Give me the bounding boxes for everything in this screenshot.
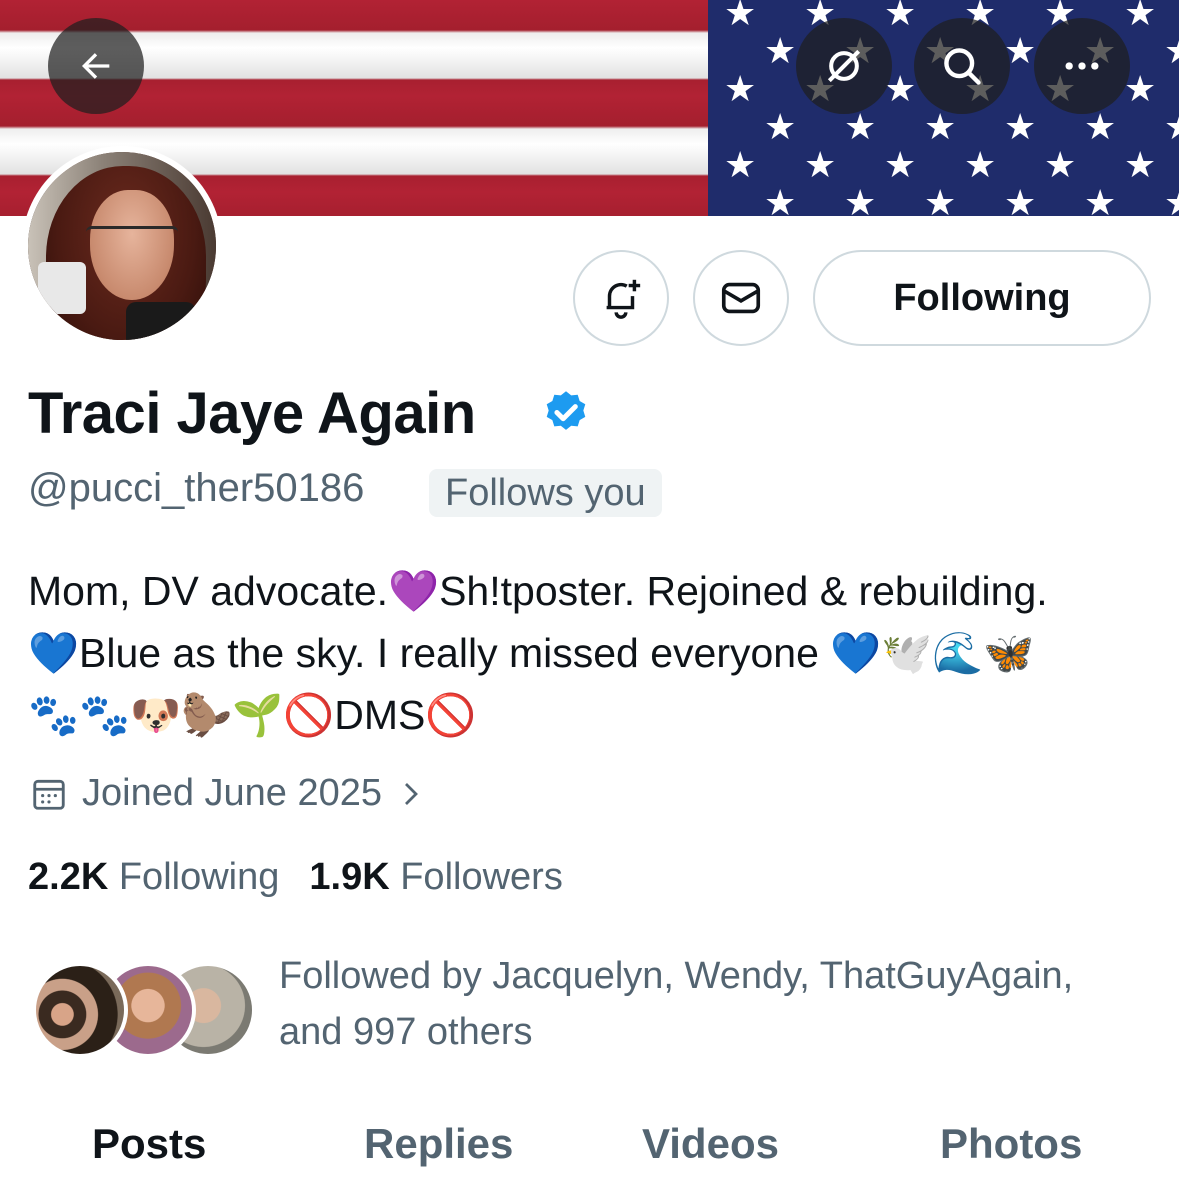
flag-star: ★: [884, 145, 917, 186]
grok-button[interactable]: [796, 18, 892, 114]
flag-star: ★: [1044, 145, 1077, 186]
flag-star: ★: [1084, 107, 1117, 148]
bio-line: 🐾🐾🐶🦫🌱🚫DMS🚫: [28, 692, 477, 738]
flag-star: ★: [924, 107, 957, 148]
flag-star: ★: [1124, 0, 1157, 34]
flag-star: ★: [724, 0, 757, 34]
followers-stat[interactable]: 1.9K Followers: [309, 856, 562, 899]
avatar-image: [28, 152, 216, 340]
back-button[interactable]: [48, 18, 144, 114]
bell-plus-icon: [606, 279, 641, 319]
joined-date: Joined June 2025: [82, 772, 383, 814]
flag-star: ★: [844, 107, 877, 148]
follows-you-badge: Follows you: [429, 469, 662, 517]
followers-count: 1.9K: [309, 856, 390, 898]
profile-tabs: Posts Replies Videos Photos: [0, 1100, 1179, 1191]
flag-star: ★: [1004, 107, 1037, 148]
grok-icon: [827, 49, 861, 83]
flag-star: ★: [1124, 145, 1157, 186]
follow-stats: 2.2K Following 1.9K Followers: [28, 856, 563, 899]
notifications-button[interactable]: [573, 250, 669, 346]
following-button-label: Following: [893, 276, 1071, 319]
flag-star: ★: [764, 31, 797, 72]
chevron-right-icon: [405, 782, 418, 805]
flag-star: ★: [804, 145, 837, 186]
tab-photos[interactable]: Photos: [940, 1120, 1082, 1168]
flag-star: ★: [764, 183, 797, 217]
flag-star: ★: [724, 145, 757, 186]
calendar-icon: [33, 779, 65, 810]
flag-star: ★: [844, 183, 877, 217]
flag-star: ★: [1004, 183, 1037, 217]
search-icon: [944, 48, 981, 85]
flag-star: ★: [1164, 110, 1179, 146]
flag-star: ★: [1124, 69, 1157, 110]
message-button[interactable]: [693, 250, 789, 346]
following-stat[interactable]: 2.2K Following: [28, 856, 279, 899]
avatar: [32, 962, 128, 1058]
tab-posts[interactable]: Posts: [92, 1120, 206, 1168]
followed-by-line: Followed by Jacquelyn, Wendy, ThatGuyAga…: [279, 955, 1074, 997]
following-stat-label: Following: [118, 856, 280, 898]
joined-date-row[interactable]: Joined June 2025: [30, 772, 426, 815]
followed-by-line: and 997 others: [279, 1011, 533, 1053]
tab-videos[interactable]: Videos: [642, 1120, 779, 1168]
followed-by-text[interactable]: Followed by Jacquelyn, Wendy, ThatGuyAga…: [279, 948, 1159, 1060]
flag-star: ★: [764, 107, 797, 148]
following-count: 2.2K: [28, 856, 109, 898]
arrow-left-icon: [82, 53, 110, 79]
flag-star: ★: [1164, 34, 1179, 70]
profile-bio: Mom, DV advocate.💜Sh!tposter. Rejoined &…: [28, 560, 1158, 746]
flag-star: ★: [924, 183, 957, 217]
user-handle: @pucci_ther50186: [28, 466, 365, 510]
flag-star: ★: [884, 0, 917, 34]
flag-star: ★: [1164, 186, 1179, 217]
bio-line: 💙Blue as the sky. I really missed everyo…: [28, 630, 1035, 676]
following-button[interactable]: Following: [813, 250, 1151, 346]
flag-star: ★: [964, 145, 997, 186]
tab-replies[interactable]: Replies: [364, 1120, 513, 1168]
profile-avatar[interactable]: [22, 146, 222, 346]
search-button[interactable]: [914, 18, 1010, 114]
more-dots-icon: [1065, 62, 1099, 70]
bio-line: Mom, DV advocate.💜Sh!tposter. Rejoined &…: [28, 568, 1048, 614]
flag-star: ★: [1084, 183, 1117, 217]
envelope-icon: [721, 282, 761, 314]
followed-by-avatars[interactable]: [32, 962, 256, 1058]
more-button[interactable]: [1034, 18, 1130, 114]
followers-stat-label: Followers: [400, 856, 563, 898]
display-name: Traci Jaye Again: [28, 381, 476, 446]
flag-star: ★: [724, 69, 757, 110]
verified-badge-icon: [546, 391, 586, 430]
